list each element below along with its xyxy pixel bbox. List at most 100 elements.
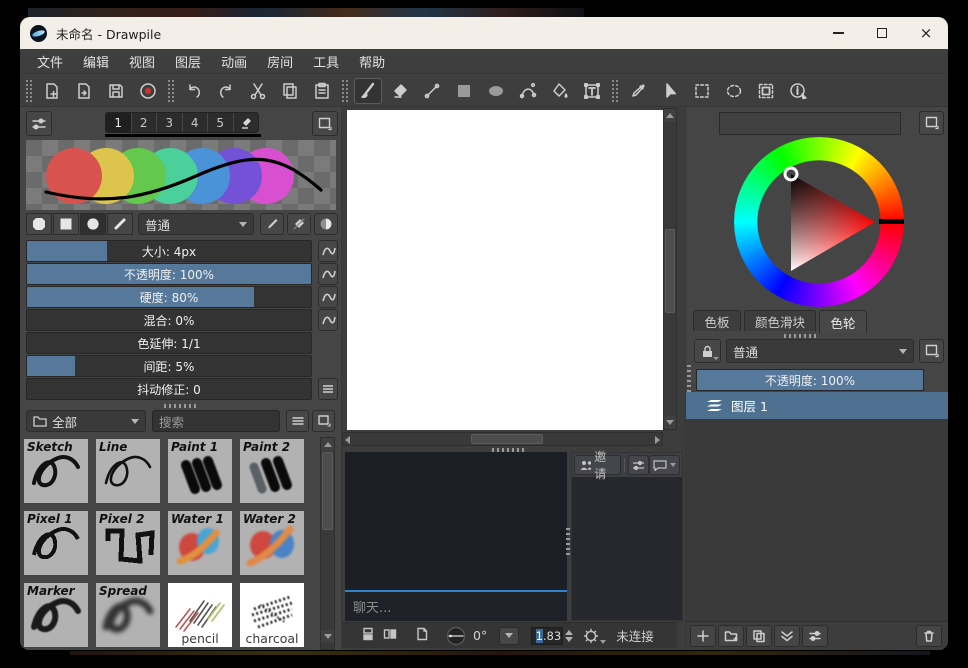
- drawing-canvas[interactable]: [347, 110, 663, 430]
- brush-preset-sketch[interactable]: Sketch: [24, 439, 88, 503]
- detach-preset-panel-button[interactable]: [312, 410, 335, 432]
- minimize-button[interactable]: [816, 17, 860, 49]
- smudge-curve-button[interactable]: [318, 309, 338, 331]
- brush-smudge-slider[interactable]: 混合: 0%: [26, 309, 312, 331]
- brush-preset-pencil[interactable]: pencil: [168, 583, 232, 647]
- redo-button[interactable]: [212, 78, 240, 104]
- brush-hardness-slider[interactable]: 硬度: 80%: [26, 286, 312, 308]
- new-file-button[interactable]: [38, 78, 66, 104]
- color-wheel[interactable]: [734, 137, 904, 307]
- ellipse-tool-button[interactable]: [482, 78, 510, 104]
- userlist-splitter-handle[interactable]: [566, 528, 570, 558]
- brush-mode-square-button[interactable]: [53, 213, 79, 235]
- text-tool-button[interactable]: [578, 78, 606, 104]
- panel-edge-handle[interactable]: [687, 365, 691, 395]
- detach-layer-panel-button[interactable]: [919, 339, 944, 363]
- detach-brush-panel-button[interactable]: [312, 111, 338, 136]
- menu-view[interactable]: 视图: [120, 50, 164, 73]
- detach-color-panel-button[interactable]: [919, 111, 944, 135]
- size-curve-button[interactable]: [318, 240, 338, 262]
- select-rect-tool-button[interactable]: [688, 78, 716, 104]
- session-settings-button[interactable]: [628, 455, 649, 475]
- toolbar-drag-handle[interactable]: [25, 80, 33, 102]
- laser-tool-button[interactable]: [656, 78, 684, 104]
- brush-slot-eraser[interactable]: [234, 113, 259, 132]
- toolbar-drag-handle[interactable]: [611, 80, 619, 102]
- color-preview-swatch[interactable]: [719, 112, 901, 135]
- brush-preset-marker[interactable]: Marker: [24, 583, 88, 647]
- bezier-tool-button[interactable]: [514, 78, 542, 104]
- menu-edit[interactable]: 编辑: [74, 50, 118, 73]
- titlebar[interactable]: 未命名 - Drawpile ×: [20, 17, 948, 49]
- brush-preset-pixel-1[interactable]: Pixel 1: [24, 511, 88, 575]
- maximize-button[interactable]: [860, 17, 904, 49]
- brush-preset-paint-2[interactable]: Paint 2: [240, 439, 304, 503]
- menu-file[interactable]: 文件: [28, 50, 72, 73]
- brush-mode-mypaint-button[interactable]: [107, 213, 133, 235]
- rotation-dial[interactable]: [446, 626, 466, 646]
- stabilizer-slider[interactable]: 抖动修正: 0: [26, 378, 312, 400]
- record-button[interactable]: [134, 78, 162, 104]
- preset-view-menu-button[interactable]: [286, 410, 309, 432]
- layer-lock-button[interactable]: [694, 339, 721, 363]
- direct-mode-button[interactable]: [314, 213, 338, 235]
- rectangle-tool-button[interactable]: [450, 78, 478, 104]
- cut-button[interactable]: [244, 78, 272, 104]
- add-group-button[interactable]: [718, 625, 744, 647]
- menu-tools[interactable]: 工具: [304, 50, 348, 73]
- opacity-curve-button[interactable]: [318, 263, 338, 285]
- zoom-spinner[interactable]: [565, 630, 573, 642]
- duplicate-layer-button[interactable]: [746, 625, 772, 647]
- brush-size-slider[interactable]: 大小: 4px: [26, 240, 312, 262]
- menu-session[interactable]: 房间: [258, 50, 302, 73]
- color-pickup-slider[interactable]: 色延伸: 1/1: [26, 332, 312, 354]
- layer-blend-mode-dropdown[interactable]: 普通: [726, 339, 914, 363]
- brush-settings-button[interactable]: [26, 111, 52, 136]
- select-lasso-tool-button[interactable]: [720, 78, 748, 104]
- brush-preset-charcoal[interactable]: charcoal: [240, 583, 304, 647]
- chat-input[interactable]: 聊天...: [345, 592, 567, 621]
- brush-slot-1[interactable]: 1: [106, 113, 132, 132]
- brush-slot-3[interactable]: 3: [157, 113, 183, 132]
- canvas-horizontal-scrollbar[interactable]: [342, 432, 663, 446]
- scroll-up-arrow[interactable]: [664, 109, 676, 122]
- tab-palette[interactable]: 色板: [693, 310, 741, 331]
- menu-layer[interactable]: 图层: [166, 50, 210, 73]
- spacing-slider[interactable]: 间距: 5%: [26, 355, 312, 377]
- brush-preset-line[interactable]: Line: [96, 439, 160, 503]
- transform-tool-button[interactable]: [752, 78, 780, 104]
- toolbar-drag-handle[interactable]: [341, 80, 349, 102]
- colorpicker-tool-button[interactable]: [624, 78, 652, 104]
- brush-tool-button[interactable]: [354, 78, 382, 104]
- save-button[interactable]: [102, 78, 130, 104]
- scroll-right-arrow[interactable]: [655, 436, 660, 444]
- brush-blend-mode-dropdown[interactable]: 普通: [138, 213, 254, 235]
- undo-button[interactable]: [180, 78, 208, 104]
- tab-color-sliders[interactable]: 颜色滑块: [744, 310, 816, 331]
- menu-animation[interactable]: 动画: [212, 50, 256, 73]
- layer-row[interactable]: 图层 1: [686, 392, 948, 419]
- canvas-vertical-scrollbar[interactable]: [663, 108, 677, 430]
- brush-preset-paint-1[interactable]: Paint 1: [168, 439, 232, 503]
- hardness-curve-button[interactable]: [318, 286, 338, 308]
- brush-mode-pixel-button[interactable]: [26, 213, 52, 235]
- brush-slot-5[interactable]: 5: [208, 113, 234, 132]
- invite-button[interactable]: 邀请: [574, 455, 621, 475]
- layer-opacity-slider[interactable]: 不透明度: 100%: [696, 369, 924, 391]
- panel-splitter-handle[interactable]: [784, 334, 818, 338]
- tab-color-wheel[interactable]: 色轮: [819, 310, 867, 333]
- mirror-button[interactable]: [382, 626, 398, 646]
- preset-search-input[interactable]: 搜索: [152, 410, 280, 432]
- delete-layer-button[interactable]: [916, 625, 942, 647]
- pick-color-mode-button[interactable]: [260, 213, 284, 235]
- menu-help[interactable]: 帮助: [350, 50, 394, 73]
- zoom-options-button[interactable]: [583, 628, 606, 644]
- chat-options-button[interactable]: [649, 455, 680, 475]
- zoom-input[interactable]: 1.83: [531, 627, 563, 645]
- scroll-down-arrow[interactable]: [664, 416, 676, 429]
- brush-slot-2[interactable]: 2: [132, 113, 158, 132]
- brush-preset-pixel-2[interactable]: Pixel 2: [96, 511, 160, 575]
- rotation-dropdown-button[interactable]: [499, 627, 519, 645]
- brush-preset-water-2[interactable]: Water 2: [240, 511, 304, 575]
- brush-slot-4[interactable]: 4: [183, 113, 209, 132]
